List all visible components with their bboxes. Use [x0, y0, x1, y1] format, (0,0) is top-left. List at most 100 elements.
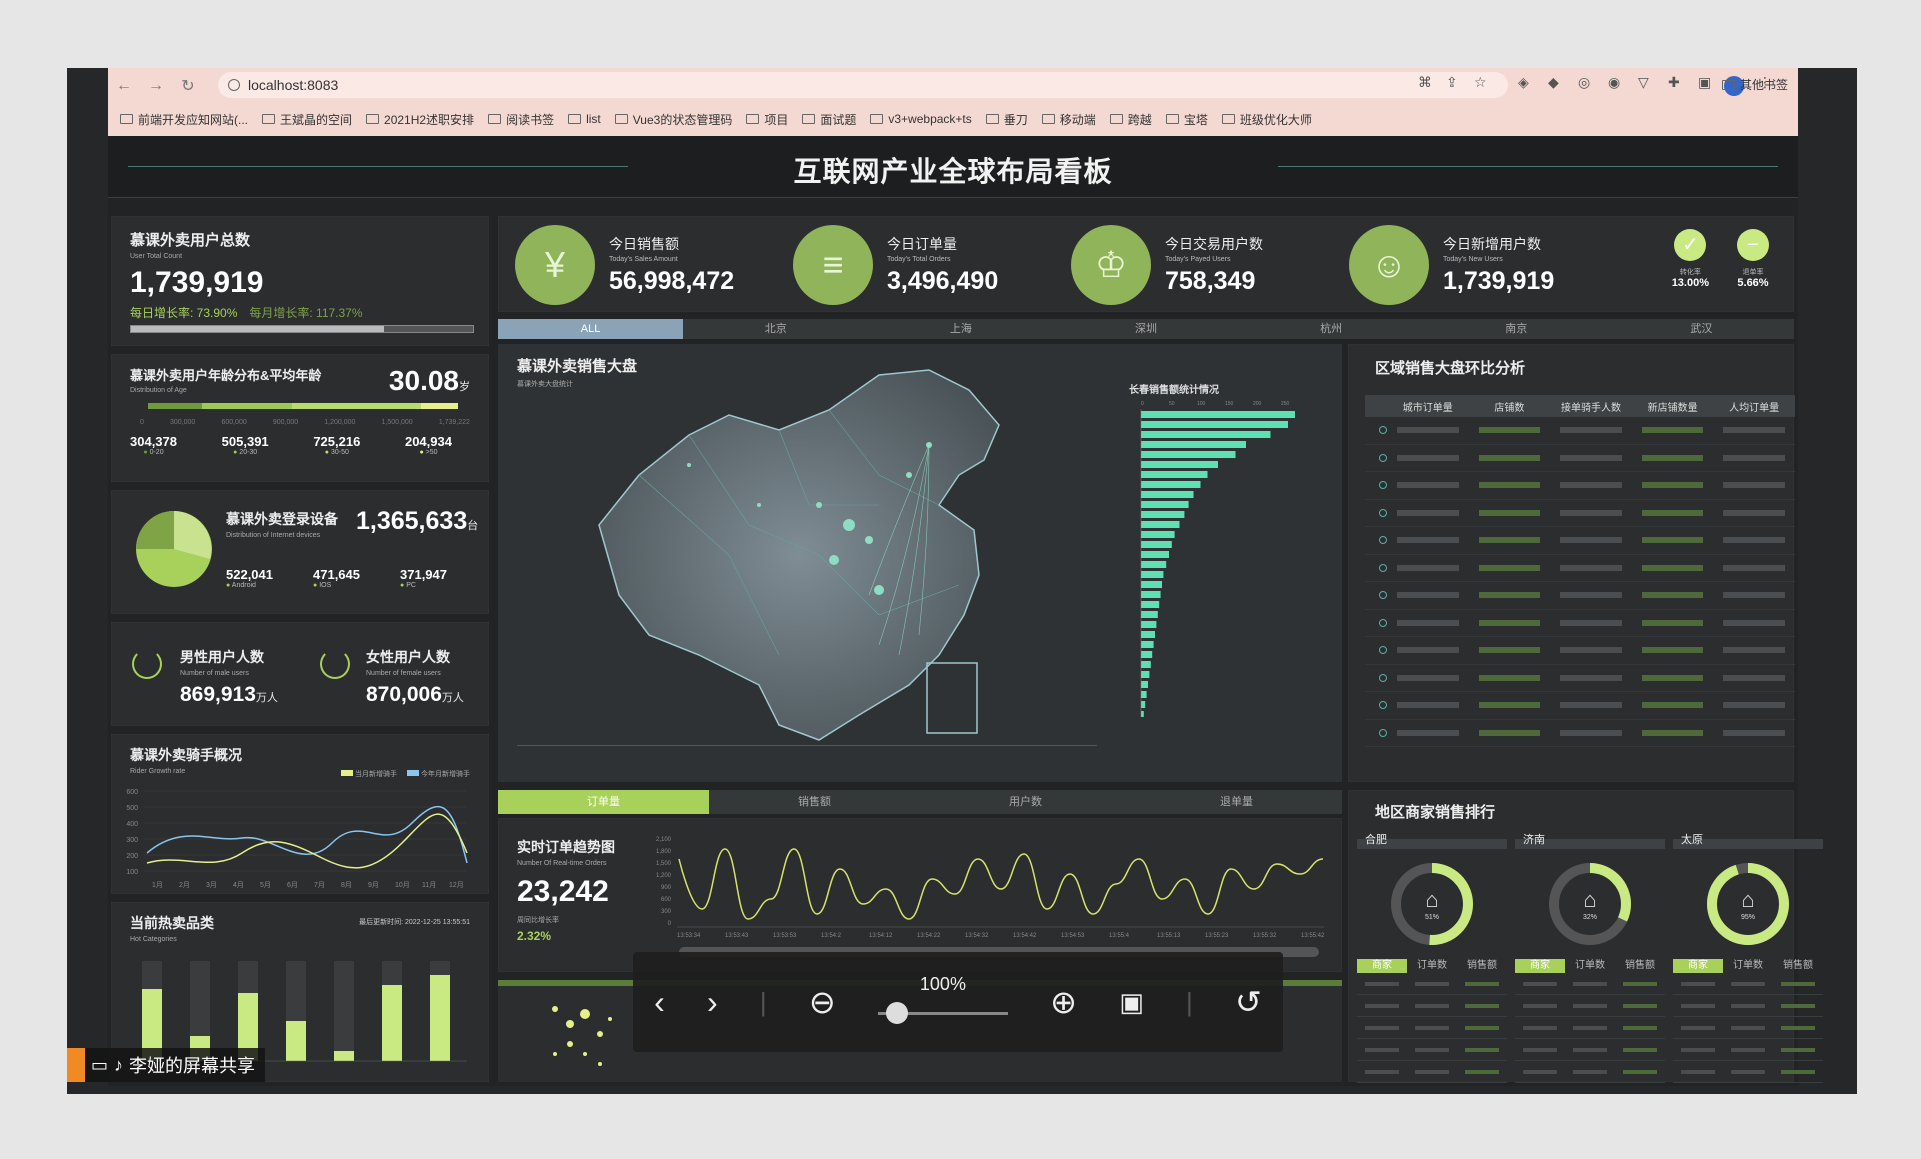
x-tick: 13:55:23 [1205, 933, 1229, 939]
x-tick: 13:54:22 [917, 933, 941, 939]
table-row[interactable] [1357, 1061, 1507, 1083]
table-row[interactable] [1357, 1039, 1507, 1061]
table-row[interactable] [1365, 500, 1795, 527]
panel-title: 慕课外卖骑手概况 [130, 747, 242, 763]
reload-icon[interactable]: ↻ [172, 76, 204, 96]
realtime-line-chart: 2,100 1,800 1,500 1,200 900 600 300 0 13:53:34 13… [656, 837, 1325, 957]
sidepanel-icon[interactable]: ▣ [1698, 74, 1711, 91]
tab-city[interactable]: 北京 [683, 319, 868, 339]
kpi-icon: ≡ [793, 225, 873, 305]
table-row[interactable] [1365, 665, 1795, 692]
tab-metric[interactable]: 用户数 [920, 790, 1131, 814]
china-map [598, 369, 1000, 741]
tab-city[interactable]: 武汉 [1609, 319, 1794, 339]
device-value: 471,645 [313, 567, 360, 582]
bookmark-item[interactable]: 跨越 [1109, 111, 1152, 128]
x-tick: 13:54:53 [1061, 933, 1085, 939]
table-row[interactable] [1365, 637, 1795, 665]
puzzle-icon[interactable]: ✚ [1668, 74, 1680, 91]
extension-icon[interactable]: ◆ [1548, 74, 1559, 91]
tab-city[interactable]: 上海 [868, 319, 1053, 339]
table-row[interactable] [1357, 973, 1507, 995]
table-row[interactable] [1673, 1039, 1823, 1061]
table-row[interactable] [1515, 973, 1665, 995]
forward-icon[interactable]: → [140, 77, 172, 95]
bookmark-item[interactable]: 面试题 [802, 111, 856, 128]
table-row[interactable] [1365, 720, 1795, 747]
table-row[interactable] [1365, 472, 1795, 500]
table-row[interactable] [1515, 995, 1665, 1017]
table-row[interactable] [1357, 1017, 1507, 1039]
extension-icon[interactable]: ◉ [1608, 74, 1620, 91]
zoom-in-icon[interactable]: ⊕ [1050, 983, 1077, 1021]
bookmark-item[interactable]: 阅读书签 [488, 111, 554, 128]
bar [1141, 411, 1295, 418]
other-bookmarks[interactable]: 其他书签 [1721, 76, 1788, 93]
bar [1141, 551, 1169, 558]
table-row[interactable] [1673, 1061, 1823, 1083]
prev-icon[interactable]: ‹ [654, 984, 665, 1021]
translate-icon[interactable]: ⌘ [1418, 74, 1432, 91]
bookmark-item[interactable]: list [568, 112, 601, 126]
panel-subtitle: Distribution of Age [130, 387, 187, 394]
age-group-label: ● 20-30 [233, 449, 258, 456]
device-value: 371,947 [400, 567, 447, 582]
bookmark-item[interactable]: 班级优化大师 [1221, 111, 1312, 128]
table-row[interactable] [1365, 610, 1795, 637]
bookmark-item[interactable]: 王斌晶的空间 [262, 111, 352, 128]
folder-icon [1041, 114, 1055, 124]
tab-city[interactable]: 杭州 [1239, 319, 1424, 339]
table-row[interactable] [1357, 995, 1507, 1017]
table-row[interactable] [1365, 417, 1795, 445]
table-row[interactable] [1673, 1017, 1823, 1039]
table-row[interactable] [1673, 973, 1823, 995]
age-group: 204,934 ● >50 [405, 434, 452, 456]
tab-city[interactable]: 南京 [1424, 319, 1609, 339]
panel-title: 地区商家销售排行 [1375, 804, 1496, 821]
age-group: 725,216 ● 30-50 [313, 434, 360, 456]
bookmark-item[interactable]: Vue3的状态管理码 [614, 111, 732, 128]
tab-metric[interactable]: 订单量 [498, 790, 709, 814]
table-row[interactable] [1365, 527, 1795, 555]
address-bar[interactable]: localhost:8083 [218, 72, 1508, 98]
tab-metric[interactable]: 退单量 [1131, 790, 1342, 814]
bookmark-item[interactable]: 前端开发应知网站(... [120, 111, 248, 128]
bookmark-item[interactable]: 项目 [746, 111, 788, 128]
bookmark-item[interactable]: 2021H2述职安排 [366, 111, 474, 128]
bookmark-item[interactable]: 移动端 [1041, 111, 1096, 128]
zoom-slider[interactable]: 100% [877, 972, 1008, 1032]
share-icon[interactable]: ⇪ [1446, 74, 1458, 91]
device-value: 522,041 [226, 567, 273, 582]
bookmark-star-icon[interactable]: ☆ [1474, 74, 1487, 91]
zoom-out-icon[interactable]: ⊖ [809, 983, 836, 1021]
table-row[interactable] [1515, 1039, 1665, 1061]
devices-unit: 台 [467, 520, 479, 532]
store-icon: ⌂ [1741, 887, 1754, 912]
extension-icon[interactable]: ▽ [1638, 74, 1649, 91]
rate-label: 退单率 [1742, 269, 1764, 276]
bookmark-item[interactable]: 宝塔 [1165, 111, 1208, 128]
table-row[interactable] [1515, 1061, 1665, 1083]
tab-city[interactable]: 深圳 [1053, 319, 1238, 339]
extension-icon[interactable]: ◎ [1578, 74, 1590, 91]
bookmark-item[interactable]: 垂刀 [985, 111, 1028, 128]
rate-value: 13.00% [1671, 277, 1709, 289]
x-tick: 8月 [341, 881, 352, 889]
rotate-icon[interactable]: ↺ [1235, 983, 1262, 1021]
table-row[interactable] [1515, 1017, 1665, 1039]
y-tick: 1,800 [656, 849, 672, 855]
table-row[interactable] [1673, 995, 1823, 1017]
tab-metric[interactable]: 销售额 [709, 790, 920, 814]
zoom-handle[interactable] [885, 1002, 908, 1024]
table-row[interactable] [1365, 582, 1795, 610]
back-icon[interactable]: ← [108, 77, 140, 95]
bookmark-item[interactable]: v3+webpack+ts [870, 112, 972, 126]
kpi-value: 56,998,472 [609, 267, 735, 295]
table-row[interactable] [1365, 692, 1795, 720]
tab-city[interactable]: ALL [498, 319, 684, 339]
table-row[interactable] [1365, 555, 1795, 582]
extension-icon[interactable]: ◈ [1518, 74, 1529, 91]
next-icon[interactable]: › [707, 984, 718, 1021]
table-row[interactable] [1365, 445, 1795, 472]
actual-size-icon[interactable]: ▣ [1119, 987, 1144, 1018]
